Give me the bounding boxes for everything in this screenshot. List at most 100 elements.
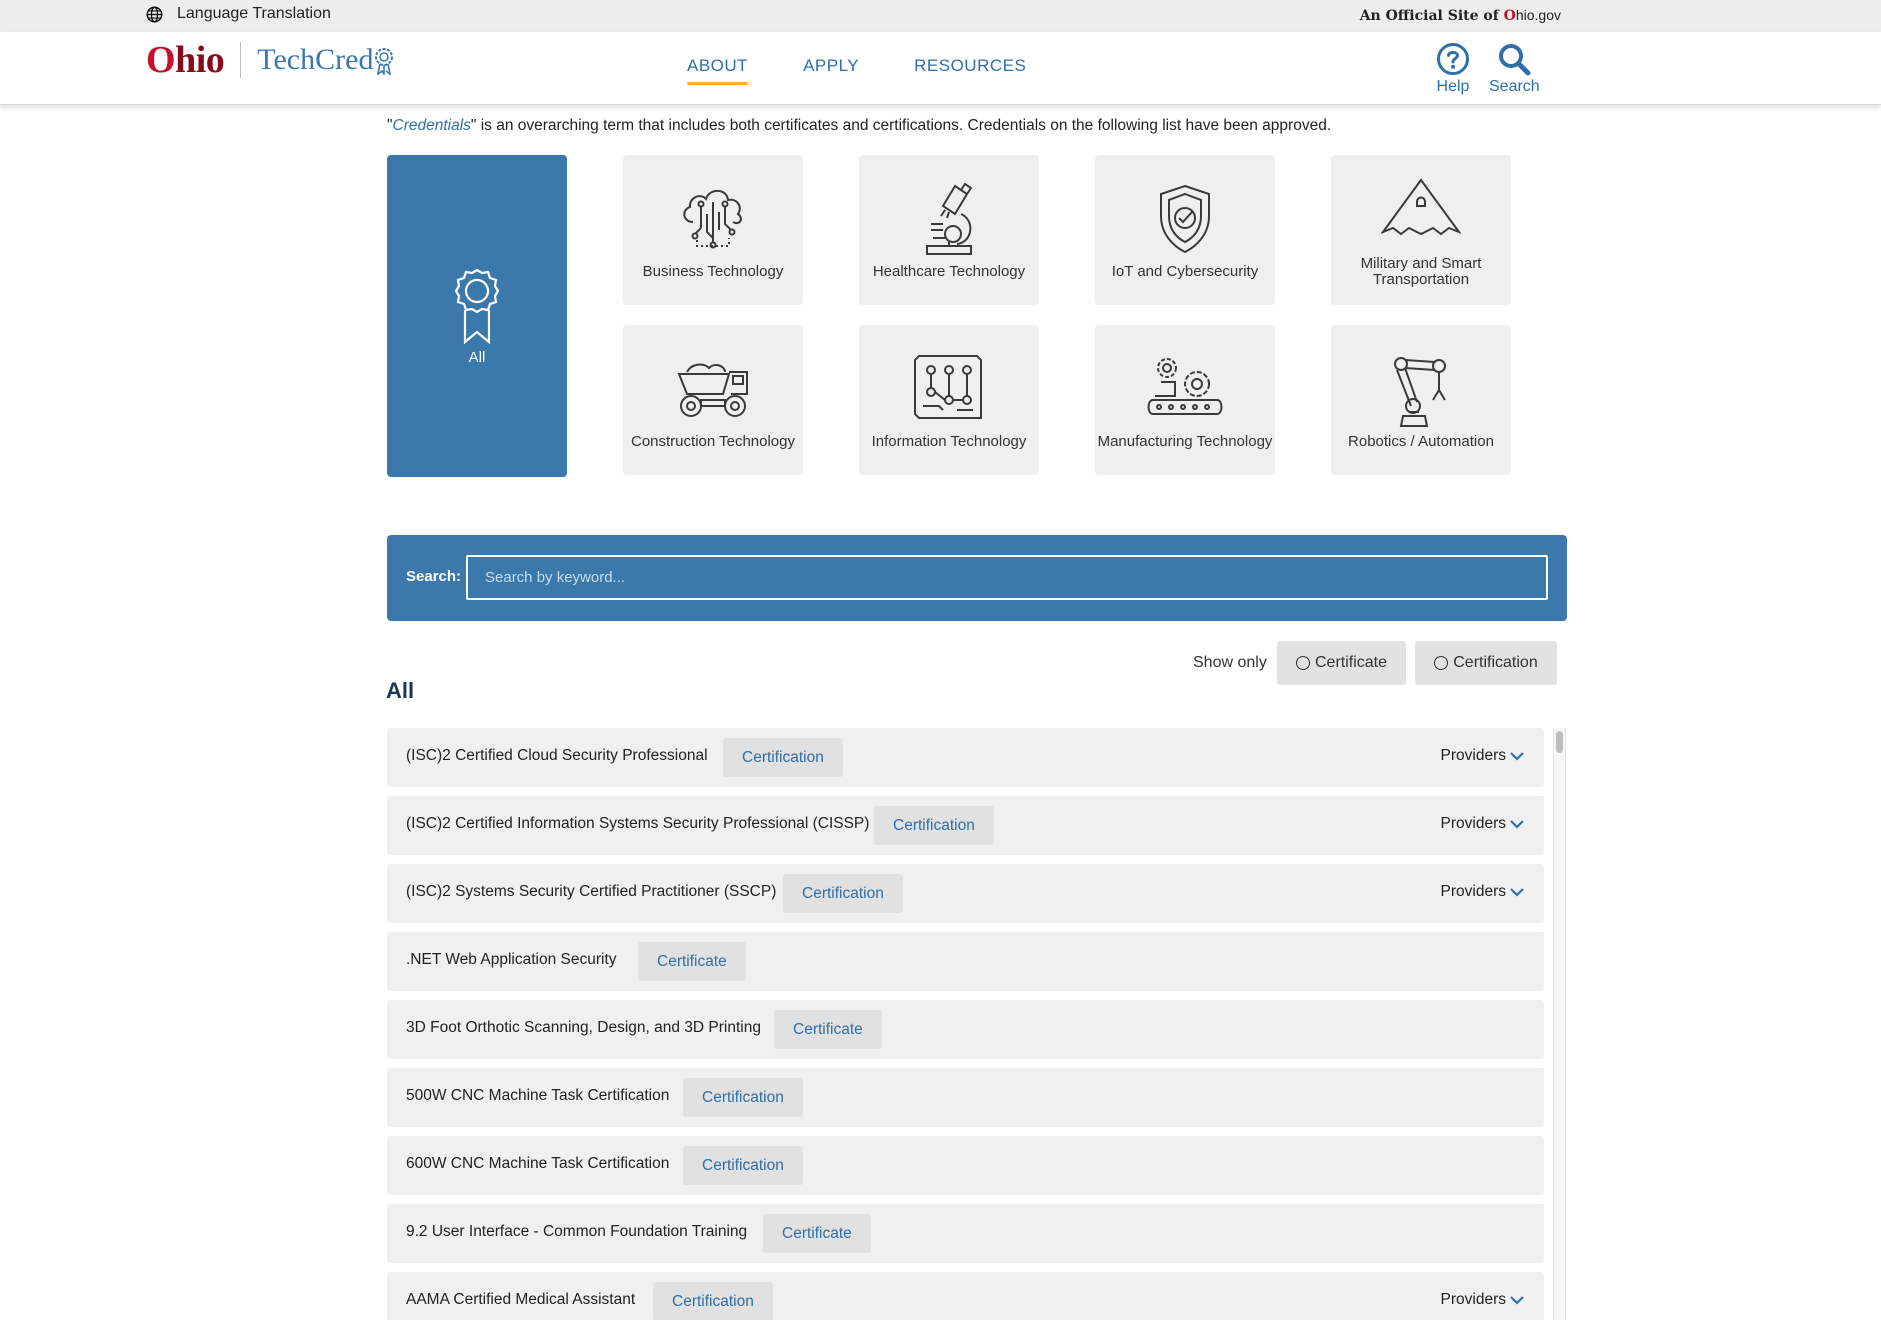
category-tile-healthcare-technology[interactable]: Healthcare Technology	[859, 155, 1039, 305]
list-item[interactable]: 9.2 User Interface - Common Foundation T…	[387, 1204, 1544, 1263]
providers-toggle[interactable]: Providers	[1441, 883, 1524, 901]
credentials-link[interactable]: Credentials	[393, 117, 471, 134]
category-tile-construction-technology[interactable]: Construction Technology	[623, 325, 803, 475]
globe-icon	[146, 6, 163, 22]
section-title: All	[386, 678, 415, 703]
credential-type-badge[interactable]: Certificate	[763, 1214, 871, 1253]
shield-check-icon	[1160, 184, 1210, 254]
dump-truck-icon	[677, 363, 748, 417]
techcred-wordmark: TechCred	[257, 43, 395, 77]
category-tile-manufacturing-technology[interactable]: Manufacturing Technology	[1095, 325, 1275, 475]
credential-name: (ISC)2 Certified Information Systems Sec…	[406, 815, 870, 832]
credential-type-badge[interactable]: Certification	[723, 738, 843, 777]
show-only-label: Show only	[1193, 654, 1267, 671]
credential-type-badge[interactable]: Certification	[683, 1078, 803, 1117]
category-tile-military-smart-transportation[interactable]: Military and Smart Transportation	[1331, 155, 1511, 305]
credential-name: AAMA Certified Medical Assistant	[406, 1291, 636, 1308]
list-item[interactable]: .NET Web Application Security Certificat…	[387, 932, 1544, 991]
language-translation-button[interactable]: Language Translation	[146, 5, 331, 23]
providers-label: Providers	[1440, 815, 1506, 832]
credential-type-badge[interactable]: Certification	[683, 1146, 803, 1185]
credential-name: 3D Foot Orthotic Scanning, Design, and 3…	[406, 1019, 761, 1036]
official-ohio-hio: hio	[1515, 7, 1535, 23]
list-item[interactable]: 600W CNC Machine Task Certification Cert…	[387, 1136, 1544, 1195]
filter-label: Certificate	[1314, 654, 1388, 671]
category-tile-information-technology[interactable]: Information Technology	[859, 325, 1039, 475]
providers-toggle[interactable]: Providers	[1441, 1291, 1524, 1309]
help-button[interactable]: Help	[1436, 42, 1470, 96]
utility-bar: Language Translation An Official Site of…	[0, 0, 1881, 32]
chevron-down-icon	[1510, 752, 1524, 761]
category-tile-business-technology[interactable]: Business Technology	[623, 155, 803, 305]
filter-certification-toggle[interactable]: Certification	[1415, 641, 1557, 685]
chevron-down-icon	[1510, 888, 1524, 897]
credential-search-panel: Search:	[387, 535, 1567, 621]
main-nav: ABOUT APPLY RESOURCES	[687, 56, 1026, 85]
providers-label: Providers	[1440, 883, 1506, 900]
category-tile-all[interactable]: All	[387, 155, 567, 477]
list-item[interactable]: AAMA Certified Medical Assistant Certifi…	[387, 1272, 1544, 1320]
category-label: Healthcare Technology	[872, 263, 1026, 280]
category-label: Military and Smart Transportation	[1360, 255, 1482, 288]
award-ribbon-icon	[454, 268, 500, 345]
providers-toggle[interactable]: Providers	[1441, 747, 1524, 765]
credential-type-badge[interactable]: Certificate	[774, 1010, 882, 1049]
credential-name: 600W CNC Machine Task Certification	[406, 1155, 670, 1172]
filter-label: Certification	[1453, 654, 1538, 671]
category-tile-robotics-automation[interactable]: Robotics / Automation	[1331, 325, 1511, 475]
category-tile-iot-cybersecurity[interactable]: IoT and Cybersecurity	[1095, 155, 1275, 305]
techcred-wordmark-text: TechCred	[257, 43, 374, 76]
official-site-notice[interactable]: An Official Site of Ohio.gov	[1360, 7, 1561, 24]
radio-circle-icon	[1434, 656, 1449, 670]
list-item[interactable]: (ISC)2 Systems Security Certified Practi…	[387, 864, 1544, 923]
chevron-down-icon	[1510, 1296, 1524, 1305]
header-search-button[interactable]: Search	[1489, 42, 1540, 96]
filter-certificate-toggle[interactable]: Certificate	[1277, 641, 1406, 685]
credential-name: (ISC)2 Certified Cloud Security Professi…	[406, 747, 708, 764]
nav-about[interactable]: ABOUT	[687, 56, 749, 85]
search-icon	[1499, 44, 1531, 76]
list-scrollbar[interactable]	[1553, 728, 1566, 1320]
ohio-logo: Ohio	[146, 38, 225, 82]
official-ohio-o: O	[1503, 8, 1516, 24]
list-item[interactable]: (ISC)2 Certified Cloud Security Professi…	[387, 728, 1544, 787]
stealth-jet-icon	[1381, 178, 1461, 236]
language-translation-label: Language Translation	[177, 5, 331, 22]
list-item[interactable]: 500W CNC Machine Task Certification Cert…	[387, 1068, 1544, 1127]
chevron-down-icon	[1510, 820, 1524, 829]
techcred-logo[interactable]: Ohio TechCred	[146, 38, 395, 82]
intro-text: "Credentials" is an overarching term tha…	[387, 117, 1331, 135]
list-item[interactable]: 3D Foot Orthotic Scanning, Design, and 3…	[387, 1000, 1544, 1059]
nav-apply[interactable]: APPLY	[803, 56, 859, 85]
list-scrollbar-thumb[interactable]	[1556, 731, 1563, 753]
ohio-logo-hio: hio	[175, 39, 225, 81]
logo-divider	[240, 42, 242, 78]
radio-circle-icon	[1295, 656, 1310, 670]
credential-name: 500W CNC Machine Task Certification	[406, 1087, 670, 1104]
circuit-board-icon	[914, 355, 982, 419]
nav-resources[interactable]: RESOURCES	[914, 56, 1026, 85]
credential-type-badge[interactable]: Certification	[653, 1282, 773, 1320]
credential-name: (ISC)2 Systems Security Certified Practi…	[406, 883, 777, 900]
ohio-logo-o: O	[146, 39, 176, 81]
credential-type-badge[interactable]: Certification	[874, 806, 994, 845]
intro-rest: " is an overarching term that includes b…	[470, 117, 1332, 134]
category-label: Business Technology	[642, 263, 784, 280]
category-label: Information Technology	[871, 433, 1027, 450]
credential-type-badge[interactable]: Certification	[783, 874, 903, 913]
credential-name: .NET Web Application Security	[406, 951, 617, 968]
search-field-label: Search:	[406, 568, 462, 585]
robot-arm-icon	[1394, 357, 1446, 427]
keyword-search-input[interactable]	[466, 555, 1548, 600]
category-label: IoT and Cybersecurity	[1111, 263, 1259, 280]
category-label: Construction Technology	[631, 433, 795, 450]
category-label: All	[468, 349, 486, 366]
credential-name: 9.2 User Interface - Common Foundation T…	[406, 1223, 748, 1240]
official-gov: .gov	[1534, 7, 1561, 23]
official-prefix: An Official Site of	[1359, 8, 1499, 24]
credential-type-badge[interactable]: Certificate	[638, 942, 746, 981]
providers-label: Providers	[1440, 747, 1506, 764]
help-label: Help	[1436, 78, 1470, 95]
providers-toggle[interactable]: Providers	[1441, 815, 1524, 833]
list-item[interactable]: (ISC)2 Certified Information Systems Sec…	[387, 796, 1544, 855]
